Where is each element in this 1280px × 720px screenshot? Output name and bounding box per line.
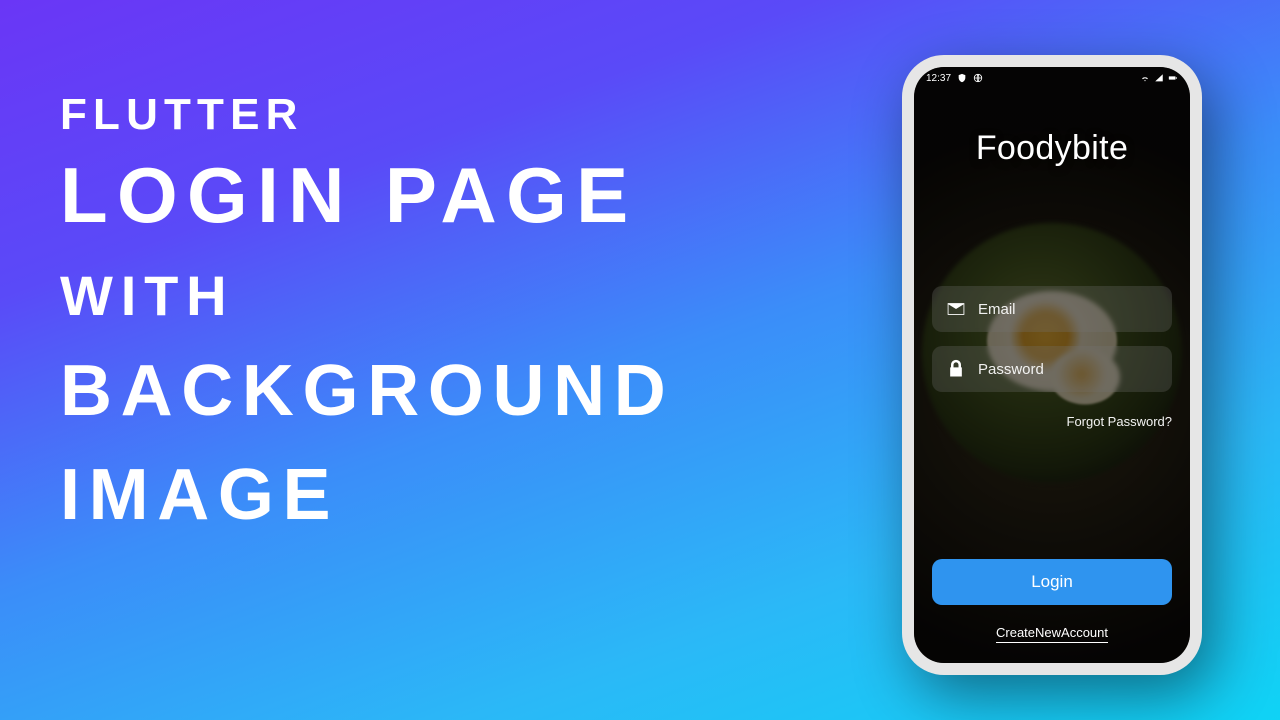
heading-line-3: WITH	[60, 263, 674, 328]
forgot-password-link[interactable]: Forgot Password?	[1067, 414, 1173, 429]
heading-line-5: IMAGE	[60, 454, 674, 536]
lock-icon	[946, 359, 966, 379]
login-form: Forgot Password?	[932, 286, 1172, 429]
password-field-container[interactable]	[932, 346, 1172, 392]
login-button[interactable]: Login	[932, 559, 1172, 605]
heading-line-2: LOGIN PAGE	[60, 150, 674, 241]
heading-line-4: BACKGROUND	[60, 350, 674, 432]
hero-heading: FLUTTER LOGIN PAGE WITH BACKGROUND IMAGE	[60, 90, 674, 536]
create-account-link[interactable]: CreateNewAccount	[996, 625, 1108, 643]
phone-mockup: 12:37	[902, 55, 1202, 675]
heading-line-1: FLUTTER	[60, 90, 674, 140]
email-field-container[interactable]	[932, 286, 1172, 332]
password-input[interactable]	[978, 361, 1177, 378]
email-input[interactable]	[978, 301, 1177, 318]
app-brand-title: Foodybite	[976, 129, 1128, 168]
email-icon	[946, 299, 966, 319]
phone-frame: 12:37	[902, 55, 1202, 675]
phone-screen: 12:37	[914, 67, 1190, 663]
